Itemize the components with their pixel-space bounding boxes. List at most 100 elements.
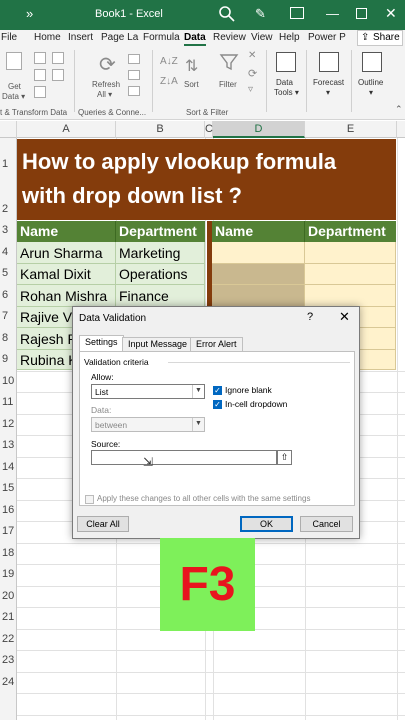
forecast-icon[interactable] (319, 52, 339, 72)
left-cell-department[interactable]: Marketing (116, 242, 205, 264)
in-cell-dropdown-checkbox[interactable]: ✓ (213, 400, 222, 409)
left-cell-department[interactable]: Operations (116, 264, 205, 285)
row-header[interactable]: 11 (0, 396, 17, 408)
quick-access-more-icon[interactable]: » (26, 6, 33, 21)
row-header[interactable]: 13 (0, 439, 17, 451)
left-header-name[interactable]: Name (17, 221, 116, 242)
left-header-department[interactable]: Department (116, 221, 205, 242)
row-header[interactable]: 1 (0, 158, 17, 170)
row-header[interactable]: 16 (0, 504, 17, 516)
row-header[interactable]: 24 (0, 676, 17, 688)
cancel-button[interactable]: Cancel (300, 516, 353, 532)
outline-icon[interactable] (362, 52, 382, 72)
left-cell-name[interactable]: Arun Sharma (17, 242, 116, 264)
advanced-filter-icon[interactable]: ▿ (248, 84, 253, 95)
get-data-label-2[interactable]: Data ▾ (2, 92, 25, 101)
row-header[interactable]: 8 (0, 332, 17, 344)
clear-all-button[interactable]: Clear All (77, 516, 129, 532)
filter-label[interactable]: Filter (219, 80, 237, 89)
left-cell-name[interactable]: Rohan Mishra (17, 285, 116, 307)
tab-error-alert[interactable]: Error Alert (190, 337, 243, 351)
row-header[interactable]: 12 (0, 418, 17, 430)
properties-icon[interactable] (128, 70, 140, 80)
tab-power-pivot[interactable]: Power P (308, 32, 346, 43)
reapply-icon[interactable]: ⟳ (248, 67, 257, 80)
row-header[interactable]: 15 (0, 482, 17, 494)
outline-label-1[interactable]: Outline (358, 78, 383, 87)
refresh-label-1[interactable]: Refresh (92, 80, 120, 89)
lookup-department-cell[interactable] (305, 242, 396, 264)
row-header[interactable]: 19 (0, 568, 17, 580)
row-header[interactable]: 9 (0, 353, 17, 365)
apply-all-checkbox[interactable] (85, 495, 94, 504)
ok-button[interactable]: OK (240, 516, 293, 532)
tab-help[interactable]: Help (279, 32, 300, 43)
row-header[interactable]: 21 (0, 611, 17, 623)
refresh-icon[interactable]: ⟳ (99, 52, 116, 77)
tab-data[interactable]: Data (184, 32, 206, 46)
tab-formulas[interactable]: Formula (143, 32, 180, 43)
queries-icon[interactable] (128, 54, 140, 64)
lookup-department-cell[interactable] (305, 285, 396, 307)
data-tools-label-1[interactable]: Data (276, 78, 293, 87)
row-header[interactable]: 6 (0, 289, 17, 301)
sort-icon[interactable]: ⇅ (185, 56, 198, 76)
allow-select[interactable]: List ▼ (91, 384, 205, 399)
row-header[interactable]: 17 (0, 525, 17, 537)
tab-insert[interactable]: Insert (68, 32, 93, 43)
row-header[interactable]: 22 (0, 633, 17, 645)
left-cell-name[interactable]: Kamal Dixit (17, 264, 116, 285)
forecast-label-1[interactable]: Forecast (313, 78, 344, 87)
lookup-name-cell[interactable] (212, 264, 305, 285)
tab-settings[interactable]: Settings (79, 335, 124, 352)
row-header[interactable]: 20 (0, 590, 17, 602)
filter-icon[interactable] (219, 52, 239, 72)
from-web-icon[interactable] (34, 69, 46, 81)
column-header-e[interactable]: E (305, 121, 397, 138)
maximize-icon[interactable] (356, 8, 367, 19)
from-text-icon[interactable] (34, 52, 46, 64)
column-header-b[interactable]: B (116, 121, 205, 138)
source-input[interactable] (91, 450, 277, 465)
right-header-department[interactable]: Department (305, 221, 396, 242)
lookup-name-cell[interactable] (212, 285, 305, 307)
tab-file[interactable]: File (1, 32, 17, 43)
column-header-a[interactable]: A (17, 121, 116, 138)
edit-links-icon[interactable] (128, 86, 140, 96)
row-header[interactable]: 3 (0, 224, 17, 236)
column-header-d[interactable]: D (213, 121, 305, 138)
collapse-dialog-icon[interactable]: ⇧ (277, 450, 292, 465)
left-cell-department[interactable]: Finance (116, 285, 205, 307)
lookup-department-cell[interactable] (305, 264, 396, 285)
close-icon[interactable]: ✕ (385, 5, 397, 22)
tab-input-message[interactable]: Input Message (122, 337, 194, 351)
ignore-blank-checkbox[interactable]: ✓ (213, 386, 222, 395)
sort-za-icon[interactable]: Z↓A (160, 76, 178, 87)
row-header[interactable]: 18 (0, 547, 17, 559)
tab-view[interactable]: View (251, 32, 273, 43)
existing-connections-icon[interactable] (52, 69, 64, 81)
sheet-title-block[interactable]: How to apply vlookup formula with drop d… (17, 139, 396, 220)
row-header[interactable]: 5 (0, 267, 17, 279)
get-data-icon[interactable] (6, 52, 22, 70)
right-header-name[interactable]: Name (212, 221, 305, 242)
from-table-icon[interactable] (34, 86, 46, 98)
help-icon[interactable]: ? (307, 311, 313, 323)
tab-home[interactable]: Home (34, 32, 61, 43)
row-header[interactable]: 7 (0, 310, 17, 322)
data-tools-icon[interactable] (276, 52, 296, 72)
row-header[interactable]: 23 (0, 654, 17, 666)
pen-icon[interactable]: ✎ (255, 6, 266, 22)
search-icon[interactable] (218, 5, 236, 23)
outline-label-2[interactable]: ▾ (369, 88, 373, 97)
collapse-ribbon-icon[interactable]: ⌃ (395, 104, 403, 115)
select-all-corner[interactable] (0, 121, 17, 138)
clear-filter-icon[interactable]: ✕ (248, 50, 256, 61)
sort-az-icon[interactable]: A↓Z (160, 56, 178, 67)
sort-label[interactable]: Sort (184, 80, 199, 89)
minimize-icon[interactable]: — (326, 6, 339, 21)
row-header[interactable]: 4 (0, 246, 17, 258)
forecast-label-2[interactable]: ▾ (326, 88, 330, 97)
row-header[interactable]: 2 (0, 203, 17, 215)
data-tools-label-2[interactable]: Tools ▾ (274, 88, 299, 97)
